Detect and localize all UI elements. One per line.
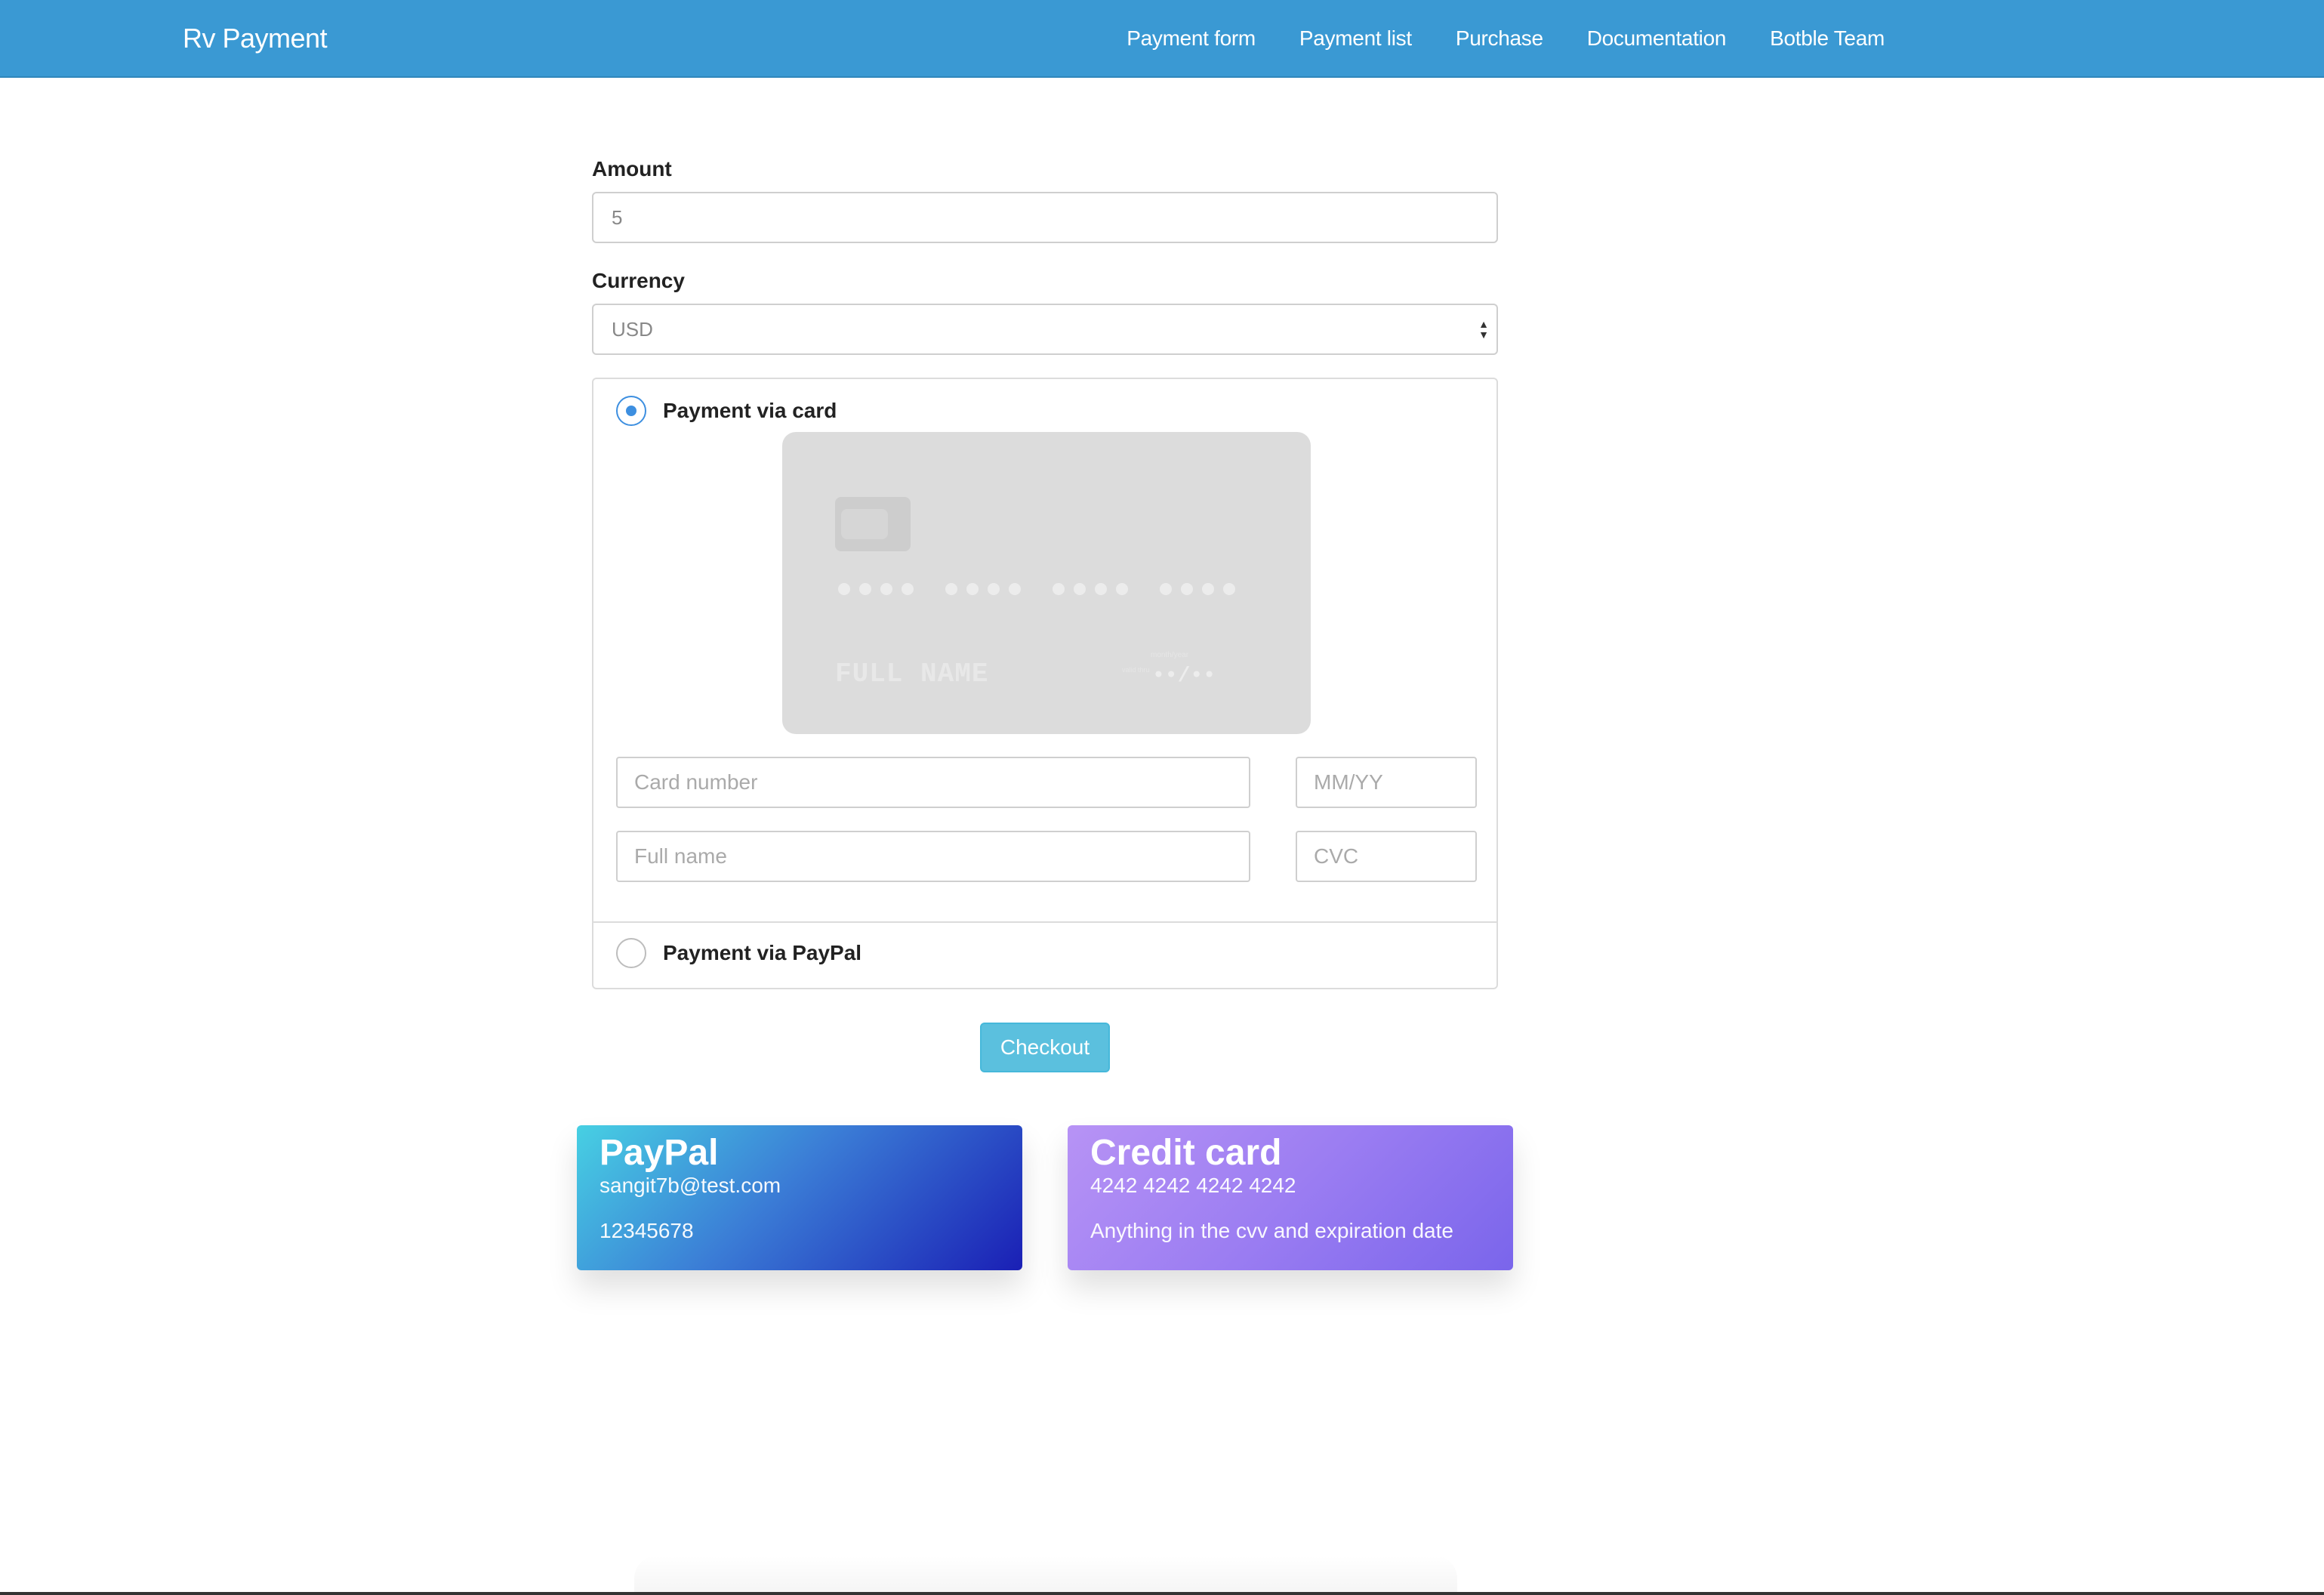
payment-method-panel: Payment via card FULL NAME month/year va… [592,378,1498,989]
amount-input[interactable]: 5 [592,192,1498,243]
sort-arrows-icon: ▲ ▼ [1478,318,1489,341]
currency-select-value: USD [612,318,653,341]
checkout-button[interactable]: Checkout [980,1023,1110,1072]
nav-link-payment-form[interactable]: Payment form [1127,26,1256,51]
currency-select[interactable]: USD ▲ ▼ [592,304,1498,355]
credit-info-note: Anything in the cvv and expiration date [1090,1219,1453,1242]
bottom-border [0,1592,2324,1595]
paypal-info-card: PayPal sangit7b@test.com 12345678 [577,1125,1022,1270]
top-navbar: Rv Payment Payment form Payment list Pur… [0,0,2324,78]
panel-divider [593,921,1496,923]
card-number-dots [838,583,1235,595]
credit-info-number: 4242 4242 4242 4242 [1090,1174,1296,1197]
card-preview-name: FULL NAME [835,659,989,690]
nav-link-botble-team[interactable]: Botble Team [1770,26,1885,51]
cvc-input[interactable]: CVC [1296,831,1477,882]
brand-logo[interactable]: Rv Payment [183,23,328,54]
nav-link-payment-list[interactable]: Payment list [1299,26,1412,51]
amount-label: Amount [592,157,672,180]
full-name-input[interactable]: Full name [616,831,1250,882]
card-preview-valid-thru: valid thru [1122,666,1150,674]
credit-card-info-card: Credit card 4242 4242 4242 4242 Anything… [1068,1125,1513,1270]
card-preview: FULL NAME month/year valid thru ••/•• [782,432,1311,734]
paypal-info-title: PayPal [599,1133,719,1173]
payment-paypal-label[interactable]: Payment via PayPal [663,941,861,965]
nav-link-documentation[interactable]: Documentation [1587,26,1727,51]
bottom-shadow [634,1556,1457,1592]
payment-card-label[interactable]: Payment via card [663,399,837,423]
currency-label: Currency [592,269,685,292]
paypal-info-email: sangit7b@test.com [599,1174,781,1197]
card-number-input[interactable]: Card number [616,757,1250,808]
radio-payment-paypal[interactable] [616,938,646,968]
nav-menu: Payment form Payment list Purchase Docum… [1127,26,1885,51]
paypal-info-password: 12345678 [599,1219,694,1242]
card-preview-expiry-caption: month/year [1151,651,1189,659]
chip-icon [835,497,911,551]
nav-link-purchase[interactable]: Purchase [1456,26,1543,51]
expiry-input[interactable]: MM/YY [1296,757,1477,808]
credit-info-title: Credit card [1090,1133,1282,1173]
card-preview-expiry: ••/•• [1152,665,1216,688]
radio-payment-card[interactable] [616,396,646,426]
